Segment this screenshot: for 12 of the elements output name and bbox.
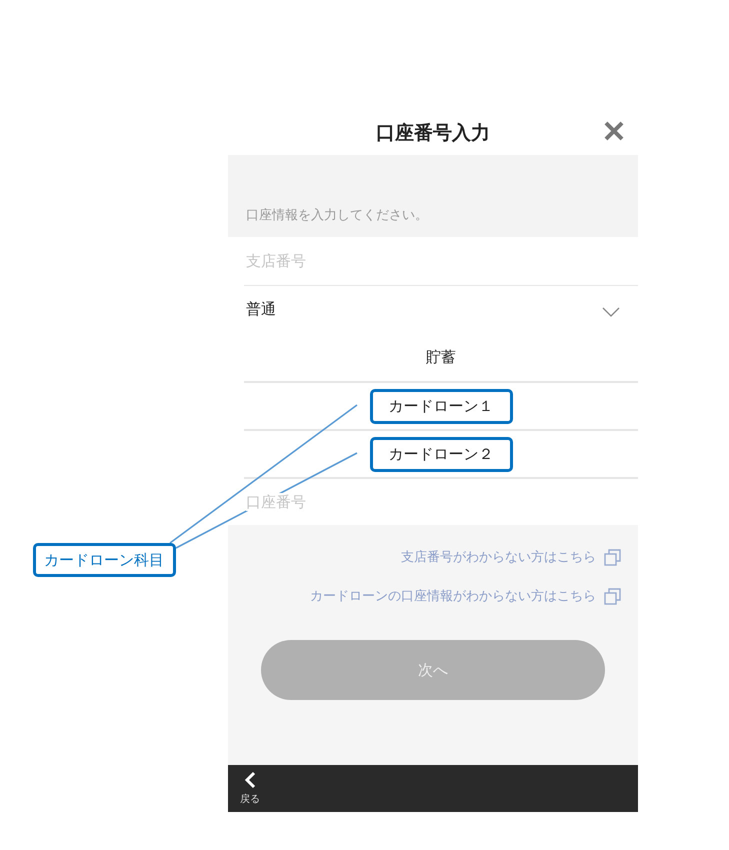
close-icon[interactable] — [603, 120, 625, 142]
chevron-left-icon — [244, 771, 256, 789]
chevron-down-icon — [602, 307, 620, 317]
callout-label: カードローン科目 — [33, 543, 176, 577]
dropdown-option[interactable]: カードローン１ — [370, 388, 512, 424]
dropdown-option[interactable]: カードローン２ — [370, 436, 512, 472]
instruction-text: 口座情報を入力してください。 — [246, 207, 428, 224]
external-window-icon — [604, 548, 621, 566]
external-window-icon — [604, 588, 621, 604]
screen-title: 口座番号入力 — [376, 120, 490, 146]
back-button[interactable]: 戻る — [240, 771, 260, 806]
account-type-select[interactable]: 普通 — [244, 285, 638, 333]
